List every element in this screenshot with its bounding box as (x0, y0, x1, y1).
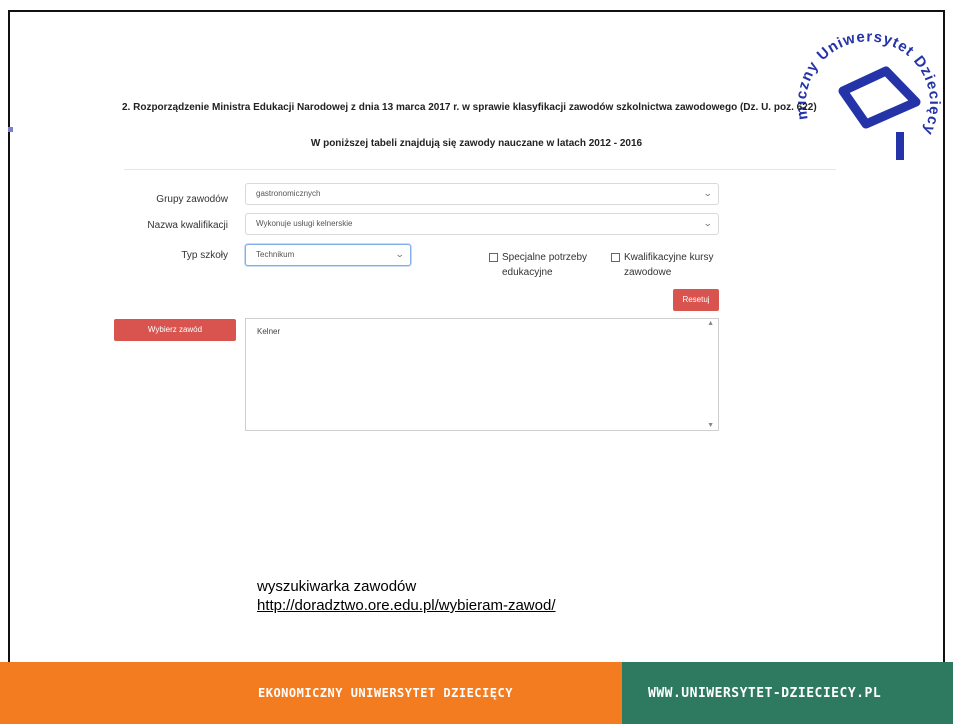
school-type-select[interactable]: Technikum ⌄ (245, 244, 411, 266)
footer-right-band: WWW.UNIWERSYTET-DZIECIECY.PL (622, 662, 953, 724)
groups-label: Grupy zawodów (156, 194, 228, 205)
scroll-down-icon[interactable]: ▼ (707, 422, 714, 429)
special-needs-checkbox[interactable]: Specjalne potrzeby edukacyjne (489, 250, 599, 280)
special-needs-label: Specjalne potrzeby edukacyjne (502, 252, 588, 278)
list-item[interactable]: Kelner (257, 327, 280, 336)
slide-border-top (8, 10, 945, 12)
chevron-down-icon: ⌄ (395, 249, 406, 259)
results-listbox[interactable]: Kelner ▲ ▼ (245, 318, 719, 431)
qualification-value: Wykonuje usługi kelnerskie (256, 219, 353, 228)
footer-website[interactable]: WWW.UNIWERSYTET-DZIECIECY.PL (648, 686, 881, 701)
qualification-select[interactable]: Wykonuje usługi kelnerskie ⌄ (245, 213, 719, 235)
divider (124, 169, 836, 170)
regulation-title: 2. Rozporządzenie Ministra Edukacji Naro… (122, 102, 817, 113)
scroll-up-icon[interactable]: ▲ (707, 320, 714, 327)
footer-left-band: EKONOMICZNY UNIWERSYTET DZIECIĘCY (0, 662, 622, 724)
school-type-value: Technikum (256, 250, 295, 259)
search-link[interactable]: http://doradztwo.ore.edu.pl/wybieram-zaw… (257, 596, 555, 615)
courses-checkbox[interactable]: Kwalifikacyjne kursy zawodowe (611, 250, 721, 280)
footer-university-name: EKONOMICZNY UNIWERSYTET DZIECIĘCY (258, 686, 513, 700)
groups-value: gastronomicznych (256, 189, 321, 198)
reset-button[interactable]: Resetuj (673, 289, 719, 311)
checkbox-box[interactable] (611, 253, 620, 262)
chevron-down-icon: ⌄ (703, 188, 714, 198)
choose-profession-button[interactable]: Wybierz zawód (114, 319, 236, 341)
table-caption: W poniższej tabeli znajdują się zawody n… (310, 138, 643, 149)
groups-select[interactable]: gastronomicznych ⌄ (245, 183, 719, 205)
school-type-label: Typ szkoły (181, 250, 228, 261)
graduation-cap-icon (838, 66, 921, 129)
checkbox-box[interactable] (489, 253, 498, 262)
qualification-label: Nazwa kwalifikacji (147, 220, 228, 231)
courses-label: Kwalifikacyjne kursy zawodowe (624, 252, 714, 278)
slide-border-left (8, 10, 10, 662)
chevron-down-icon: ⌄ (703, 218, 714, 228)
search-note: wyszukiwarka zawodów (257, 578, 417, 595)
slide-marker (8, 127, 13, 132)
